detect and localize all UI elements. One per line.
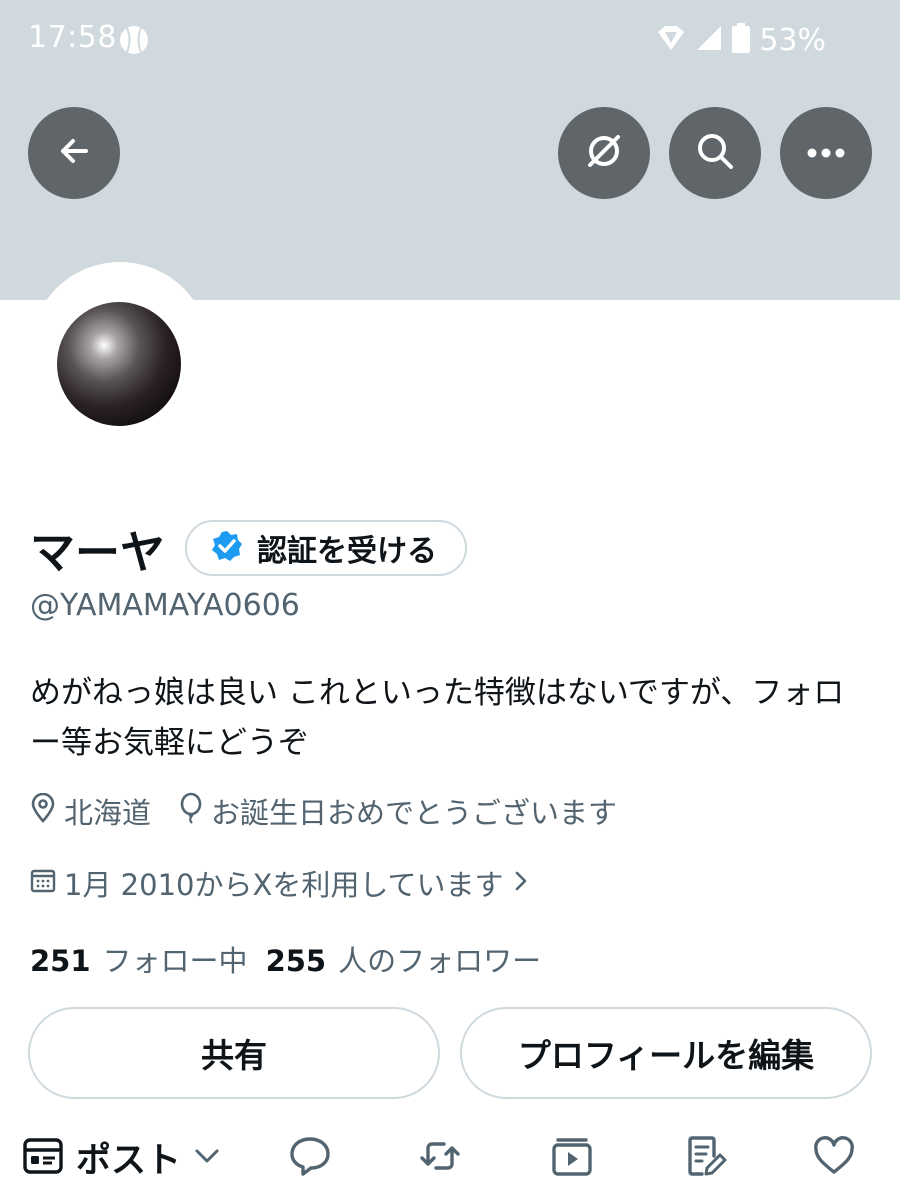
arrow-left-icon	[54, 131, 94, 175]
status-time: 17:58	[28, 20, 117, 55]
post-type-icon	[22, 1137, 64, 1179]
chevron-down-icon	[193, 1146, 221, 1170]
more-horizontal-icon	[806, 144, 846, 163]
profile-bio: めがねっ娘は良い これといった特徴はないですが、フォロー等お気軽にどうぞ	[30, 675, 845, 761]
followers-count: 255	[265, 944, 327, 978]
balloon-icon	[179, 792, 203, 831]
search-icon	[694, 130, 736, 176]
location-item: 北海道	[30, 790, 151, 832]
birthday-text: お誕生日おめでとうございます	[211, 796, 618, 830]
following-link[interactable]: 251 フォロー中	[30, 938, 248, 980]
followers-link[interactable]: 255 人のフォロワー	[266, 938, 542, 980]
joined-text: 1月 2010からXを利用しています	[64, 868, 504, 902]
get-verified-button[interactable]: 認証を受ける	[185, 520, 468, 576]
status-bar: 17:58 53%	[0, 0, 900, 80]
avatar[interactable]	[57, 302, 181, 426]
joined-row[interactable]: 1月 2010からXを利用しています	[30, 862, 559, 904]
edit-note-icon[interactable]	[684, 1134, 728, 1178]
back-button[interactable]	[28, 107, 120, 199]
followers-label: 人のフォロワー	[338, 944, 542, 978]
signal-icon	[695, 24, 723, 56]
location-pin-icon	[30, 792, 56, 830]
profile-meta-row: 北海道 お誕生日おめでとうございます	[30, 790, 645, 832]
user-handle: @YAMAMAYA0606	[30, 588, 300, 623]
following-count: 251	[30, 944, 91, 978]
grok-button[interactable]	[558, 107, 650, 199]
birthday-item: お誕生日おめでとうございます	[179, 790, 617, 832]
calendar-icon	[30, 866, 56, 900]
share-button[interactable]: 共有	[28, 1007, 440, 1099]
name-row: マーヤ 認証を受ける	[30, 518, 468, 578]
get-verified-label: 認証を受ける	[257, 534, 438, 569]
repost-icon[interactable]	[418, 1134, 462, 1178]
more-button[interactable]	[780, 107, 872, 199]
heart-icon[interactable]	[812, 1134, 856, 1178]
comment-icon[interactable]	[288, 1134, 332, 1178]
joined-item[interactable]: 1月 2010からXを利用しています	[30, 862, 531, 904]
chevron-right-icon	[511, 866, 531, 900]
grok-icon	[582, 129, 626, 177]
video-icon[interactable]	[550, 1134, 594, 1178]
follow-stats: 251 フォロー中 255 人のフォロワー	[30, 938, 559, 980]
data-saver-icon	[655, 24, 687, 56]
post-type-label: ポスト	[76, 1141, 182, 1181]
location-text: 北海道	[64, 796, 152, 830]
battery-percent: 53%	[759, 22, 826, 58]
search-button[interactable]	[669, 107, 761, 199]
display-name: マーヤ	[30, 526, 166, 578]
edit-profile-button[interactable]: プロフィールを編集	[460, 1007, 872, 1099]
post-type-selector[interactable]: ポスト	[22, 1132, 221, 1183]
following-label: フォロー中	[102, 944, 248, 978]
composer-toolbar: ポスト	[0, 1120, 900, 1190]
verified-badge-icon	[211, 530, 243, 566]
status-right: 53%	[655, 20, 826, 60]
baseball-icon	[118, 24, 150, 56]
battery-icon	[731, 22, 751, 58]
